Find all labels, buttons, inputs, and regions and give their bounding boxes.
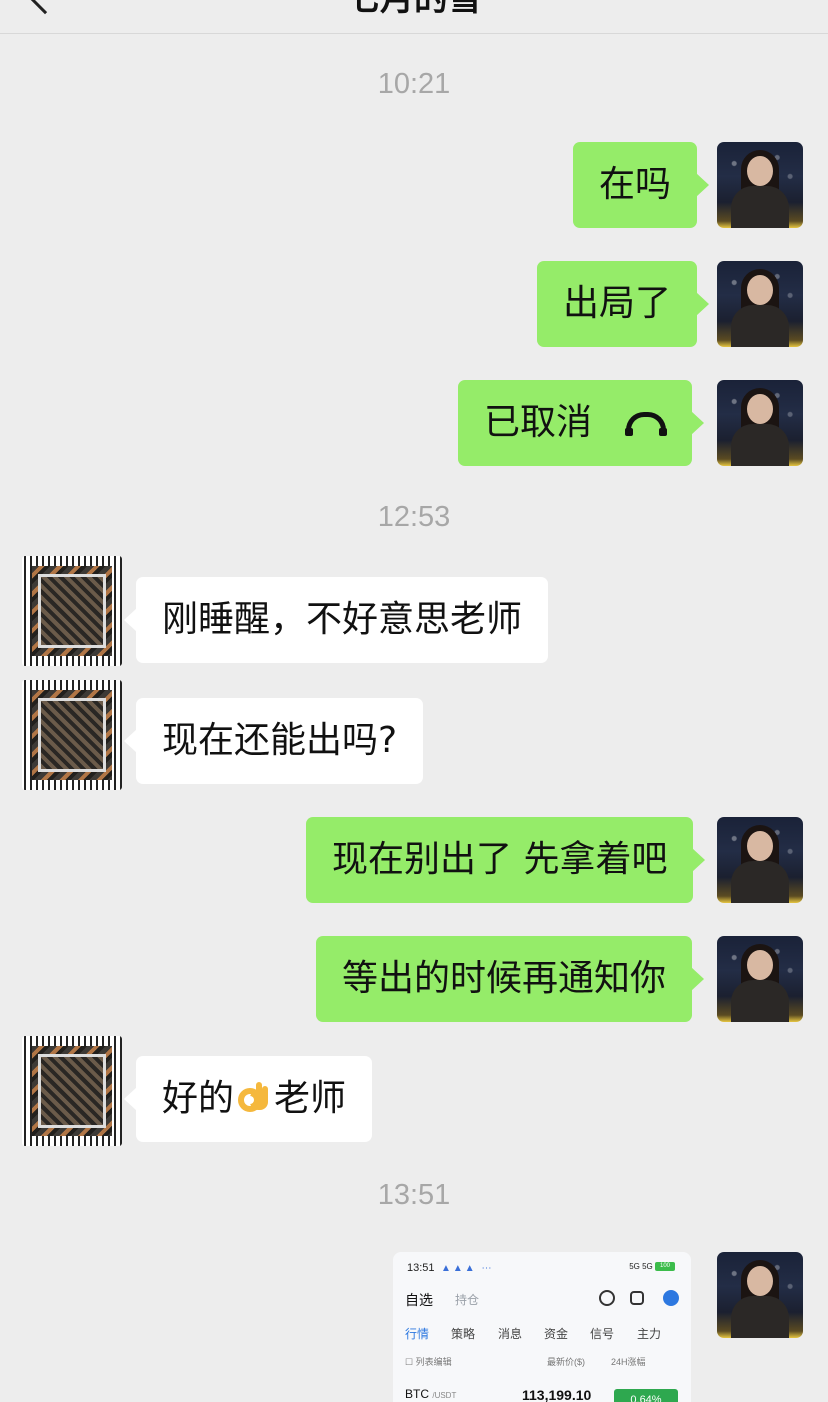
- edit-list-label: ☐ 列表编辑: [405, 1357, 452, 1367]
- nav-news: 消息: [498, 1327, 523, 1341]
- message-text: 老师: [274, 1078, 347, 1119]
- avatar-self[interactable]: [717, 261, 803, 347]
- nav-signal: 信号: [590, 1327, 615, 1341]
- settings-icon: [630, 1291, 644, 1305]
- coin-name: BTC /USDT: [405, 1387, 457, 1401]
- avatar-self[interactable]: [717, 142, 803, 228]
- avatar-contact[interactable]: [22, 1036, 122, 1146]
- tab-positions: 持仓: [455, 1293, 480, 1307]
- price-header: 最新价($): [547, 1357, 585, 1367]
- nav-main: 主力: [637, 1327, 662, 1341]
- avatar-self[interactable]: [717, 936, 803, 1022]
- search-icon: [599, 1290, 615, 1306]
- message-bubble-received[interactable]: 好的 老师: [123, 1056, 373, 1142]
- call-cancelled-bubble[interactable]: 已取消: [458, 380, 705, 466]
- nav-funds: 资金: [544, 1327, 569, 1341]
- message-bubble-sent[interactable]: 出局了: [537, 261, 710, 347]
- timestamp: 10:21: [377, 68, 451, 100]
- message-bubble-received[interactable]: 刚睡醒，不好意思老师: [123, 577, 549, 663]
- nav-market: 行情: [405, 1327, 430, 1341]
- call-status-label: 已取消: [484, 402, 593, 443]
- message-bubble-sent[interactable]: 现在别出了 先拿着吧: [306, 817, 706, 903]
- change-header: 24H涨幅: [611, 1357, 646, 1367]
- avatar-self[interactable]: [717, 1252, 803, 1338]
- coin-price: 113,199.10: [522, 1387, 592, 1402]
- message-bubble-sent[interactable]: 等出的时候再通知你: [316, 936, 705, 1022]
- timestamp: 13:51: [377, 1179, 451, 1211]
- chat-icon: [663, 1290, 679, 1306]
- timestamp: 12:53: [377, 501, 451, 533]
- ok-hand-emoji-icon: [238, 1082, 269, 1112]
- message-bubble-sent[interactable]: 在吗: [573, 142, 710, 228]
- avatar-contact[interactable]: [22, 556, 122, 666]
- hang-up-phone-icon: [625, 412, 668, 436]
- avatar-self[interactable]: [717, 817, 803, 903]
- battery-icon: 100: [655, 1262, 675, 1272]
- avatar-self[interactable]: [717, 380, 803, 466]
- message-bubble-received[interactable]: 现在还能出吗?: [123, 698, 424, 784]
- image-message-screenshot[interactable]: 13:51 ▲▲▲ ⋯ 5G 5G 100 自选 持仓 行情 策略 消息 资金 …: [393, 1252, 691, 1402]
- coin-change-badge: 0.64%: [614, 1389, 678, 1402]
- chat-title: 七月的雪: [0, 0, 828, 16]
- status-time: 13:51: [407, 1262, 435, 1274]
- tab-favorites: 自选: [405, 1292, 433, 1308]
- avatar-contact[interactable]: [22, 680, 122, 790]
- nav-strategy: 策略: [451, 1327, 476, 1341]
- status-signal: 5G 5G 100: [629, 1262, 675, 1272]
- top-bar: 七月的雪: [0, 0, 828, 34]
- status-app-icons: ▲▲▲ ⋯: [441, 1263, 494, 1274]
- message-text: 好的: [162, 1078, 235, 1119]
